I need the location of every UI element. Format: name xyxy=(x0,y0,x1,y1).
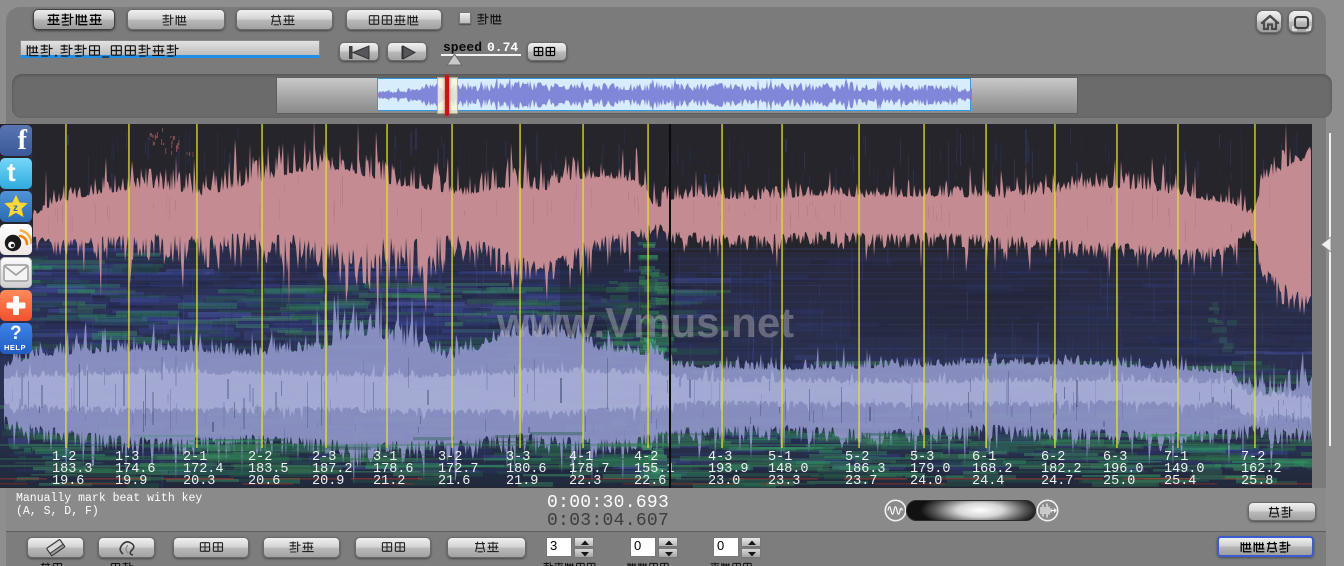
svg-text:www.Vmus.net: www.Vmus.net xyxy=(496,299,794,346)
svg-text:20.9: 20.9 xyxy=(312,474,344,488)
svg-text:24.7: 24.7 xyxy=(1041,474,1073,488)
svg-text:19.6: 19.6 xyxy=(52,474,84,488)
svg-text:24.0: 24.0 xyxy=(910,474,942,488)
svg-text:21.6: 21.6 xyxy=(438,474,470,488)
svg-text:23.0: 23.0 xyxy=(708,474,740,488)
svg-text:22.3: 22.3 xyxy=(569,474,601,488)
svg-text:24.4: 24.4 xyxy=(972,474,1004,488)
svg-text:23.7: 23.7 xyxy=(845,474,877,488)
svg-text:25.8: 25.8 xyxy=(1241,474,1273,488)
svg-text:23.3: 23.3 xyxy=(768,474,800,488)
svg-text:21.2: 21.2 xyxy=(373,474,405,488)
svg-text:25.4: 25.4 xyxy=(1164,474,1196,488)
svg-text:20.3: 20.3 xyxy=(183,474,215,488)
svg-text:21.9: 21.9 xyxy=(506,474,538,488)
svg-text:z: z xyxy=(13,203,18,214)
svg-text:25.0: 25.0 xyxy=(1103,474,1135,488)
svg-text:20.6: 20.6 xyxy=(248,474,280,488)
svg-text:22.6: 22.6 xyxy=(634,474,666,488)
svg-text:19.9: 19.9 xyxy=(115,474,147,488)
